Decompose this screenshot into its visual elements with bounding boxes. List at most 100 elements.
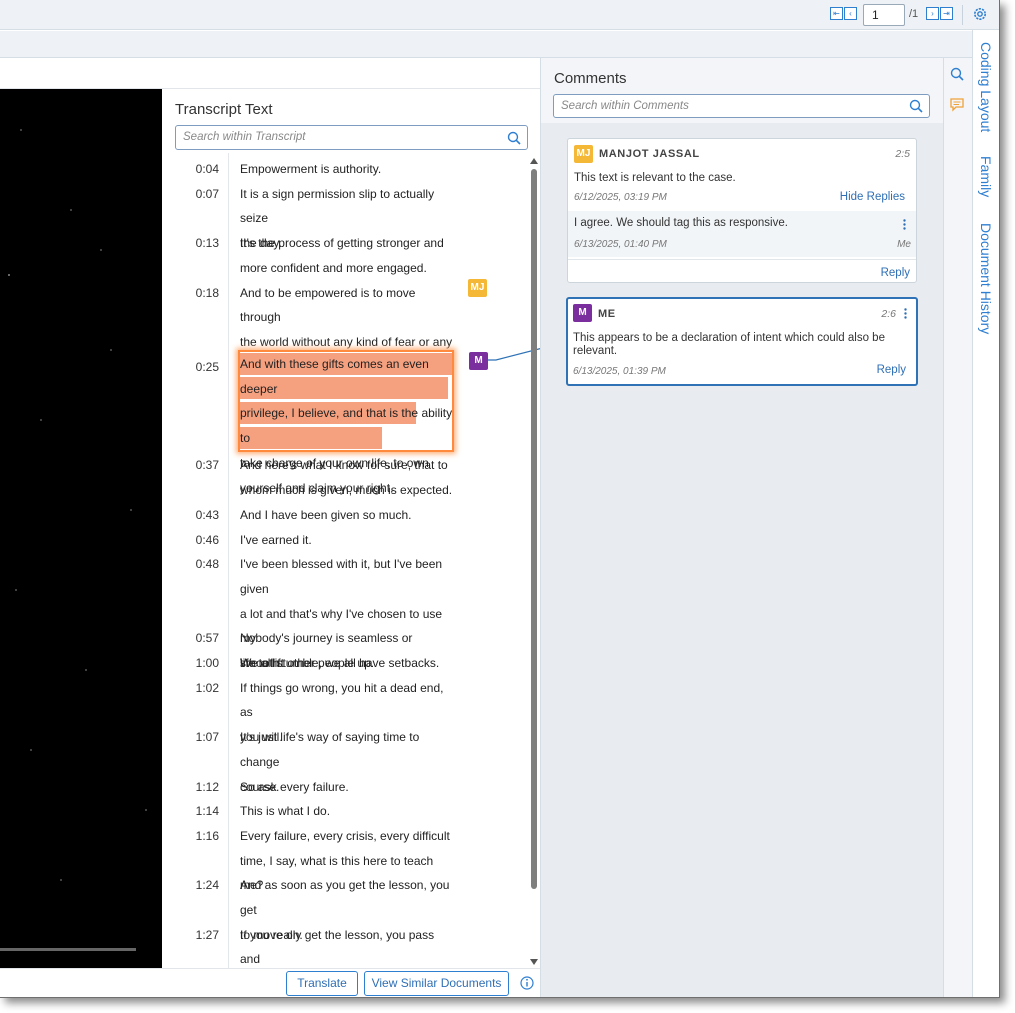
comment-timestamp-ref[interactable]: 2:5 <box>895 148 910 160</box>
avatar: MJ <box>574 145 593 163</box>
highlighted-line: And with these gifts comes an even deepe… <box>240 357 429 396</box>
divider <box>568 259 916 260</box>
view-similar-documents-button[interactable]: View Similar Documents <box>364 971 509 996</box>
comments-title: Comments <box>554 70 627 87</box>
comment-date: 6/13/2025, 01:39 PM <box>573 366 666 377</box>
transcript-text: We all stumble, we all have setbacks. <box>240 651 455 676</box>
transcript-line: I've earned it. <box>240 532 312 547</box>
next-page-icon[interactable]: › <box>926 7 939 20</box>
transcript-timestamp[interactable]: 1:27 <box>196 928 219 942</box>
transcript-line: more confident and more engaged. <box>240 260 427 275</box>
transcript-line: Empowerment is authority. <box>240 162 382 176</box>
transcript-timestamp[interactable]: 0:57 <box>196 631 219 645</box>
transcript-timestamp[interactable]: 0:07 <box>196 187 219 201</box>
video-progress-track[interactable] <box>0 948 136 951</box>
transcript-timestamp[interactable]: 0:04 <box>196 162 219 176</box>
transcript-line: So ask every failure. <box>240 779 349 794</box>
tab-coding-layout[interactable]: Coding Layout <box>978 42 994 132</box>
transcript-timestamp[interactable]: 1:02 <box>196 681 219 695</box>
transcript-line: We all stumble, we all have setbacks. <box>240 656 440 670</box>
transcript-timestamp[interactable]: 0:13 <box>196 236 219 250</box>
search-icon[interactable] <box>909 99 923 113</box>
gear-icon[interactable] <box>972 6 988 22</box>
comment-marker-me[interactable]: M <box>469 352 488 370</box>
video-player[interactable] <box>0 89 162 968</box>
transcript-scrollbar[interactable] <box>528 155 540 968</box>
comment-author: ME <box>598 308 616 320</box>
highlighted-line: take charge of your own life, to own <box>240 455 429 470</box>
info-icon[interactable] <box>520 976 534 990</box>
highlighted-line: yourself and claim your right. <box>240 480 394 495</box>
tab-document-history[interactable]: Document History <box>978 223 994 334</box>
reply-button[interactable]: Reply <box>877 364 906 376</box>
transcript-line: It's just life's way of saying time to c… <box>240 730 420 769</box>
transcript-line: If you really get the lesson, you pass a… <box>240 927 435 967</box>
transcript-line: And as soon as you get the lesson, you g… <box>240 878 450 917</box>
search-icon[interactable] <box>950 67 964 81</box>
transcript-text: I've earned it. <box>240 528 455 553</box>
transcript-timestamp[interactable]: 0:48 <box>196 557 219 571</box>
avatar: M <box>573 304 592 322</box>
transcript-timestamp[interactable]: 1:16 <box>196 829 219 843</box>
transcript-timestamp[interactable]: 1:24 <box>196 878 219 892</box>
transcript-search-input[interactable]: Search within Transcript <box>175 125 528 150</box>
comment-card-selected[interactable]: M ME 2:6 This appears to be a declaratio… <box>566 297 918 386</box>
transcript-search-placeholder: Search within Transcript <box>183 131 306 143</box>
transcript-text: This is what I do. <box>240 799 455 824</box>
reply-button[interactable]: Reply <box>881 267 910 279</box>
transcript-timestamp[interactable]: 1:14 <box>196 804 219 818</box>
sub-toolbar <box>0 31 972 58</box>
comment-author: MANJOT JASSAL <box>599 148 700 160</box>
transcript-timestamp[interactable]: 0:46 <box>196 533 219 547</box>
transcript-timestamp[interactable]: 1:00 <box>196 656 219 670</box>
transcript-line: This is what I do. <box>240 804 331 819</box>
transcript-line: Every failure, every crisis, every diffi… <box>240 828 450 843</box>
first-page-icon[interactable]: ⇤ <box>830 7 843 20</box>
transcript-timestamp[interactable]: 1:12 <box>196 780 219 794</box>
scrollbar-thumb[interactable] <box>531 169 537 889</box>
transcript-text: It's the process of getting stronger and… <box>240 231 455 280</box>
transcript-line: And to be empowered is to move through <box>240 285 416 325</box>
kebab-menu-icon[interactable] <box>903 219 906 230</box>
prev-page-icon[interactable]: ‹ <box>844 7 857 20</box>
comments-header: Comments Search within Comments <box>541 58 944 123</box>
comments-panel: Comments Search within Comments MJ MANJO… <box>540 58 944 997</box>
transcript-timestamp[interactable]: 1:07 <box>196 730 219 744</box>
page-number-input[interactable]: 1 <box>863 4 905 26</box>
comments-search-input[interactable]: Search within Comments <box>553 94 930 118</box>
transcript-timestamp[interactable]: 0:43 <box>196 508 219 522</box>
transcript-line: I've been blessed with it, but I've been… <box>240 557 443 596</box>
comment-card[interactable]: MJ MANJOT JASSAL 2:5 This text is releva… <box>567 138 917 283</box>
search-icon[interactable] <box>507 131 521 145</box>
transcript-text: So ask every failure. <box>240 775 455 800</box>
side-tabs: Coding Layout Family Document History <box>972 30 999 997</box>
transcript-timestamp[interactable]: 0:25 <box>196 360 219 374</box>
translate-button[interactable]: Translate <box>286 971 358 996</box>
transcript-timestamp[interactable]: 0:37 <box>196 458 219 472</box>
tab-family[interactable]: Family <box>978 156 994 197</box>
comment-text: This text is relevant to the case. <box>574 172 736 184</box>
transcript-text: And I have been given so much. <box>240 503 455 528</box>
transcript-list: 0:04 Empowerment is authority. 0:07 It is a… <box>162 153 528 968</box>
transcript-text: If you really get the lesson, you pass a… <box>240 923 455 968</box>
comment-reply: I agree. We should tag this as responsiv… <box>568 211 916 257</box>
app-window: ⇤ ‹ 1 /1 › ⇥ Transcript Text Search with… <box>0 0 1000 998</box>
reply-text: I agree. We should tag this as responsiv… <box>574 217 788 229</box>
transcript-line: If things go wrong, you hit a dead end, … <box>240 680 444 720</box>
comment-marker-mj[interactable]: MJ <box>468 279 487 297</box>
pagination-bar: ⇤ ‹ 1 /1 › ⇥ <box>0 0 999 30</box>
transcript-panel: Transcript Text Search within Transcript… <box>162 89 540 968</box>
highlighted-line: privilege, I believe, and that is the ab… <box>240 406 453 446</box>
transcript-line: It is a sign permission slip to actually… <box>240 186 435 226</box>
transcript-timestamp[interactable]: 0:18 <box>196 286 219 300</box>
comment-text-line: This appears to be a declaration of inte… <box>573 332 885 344</box>
transcript-text: Empowerment is authority. <box>240 157 455 182</box>
comment-timestamp-ref[interactable]: 2:6 <box>881 308 896 320</box>
comment-text-line: relevant. <box>573 345 618 357</box>
divider <box>962 5 963 25</box>
kebab-menu-icon[interactable] <box>904 308 907 319</box>
transcript-line: And I have been given so much. <box>240 507 412 522</box>
comment-icon[interactable] <box>950 98 964 112</box>
hide-replies-link[interactable]: Hide Replies <box>840 191 905 203</box>
last-page-icon[interactable]: ⇥ <box>940 7 953 20</box>
